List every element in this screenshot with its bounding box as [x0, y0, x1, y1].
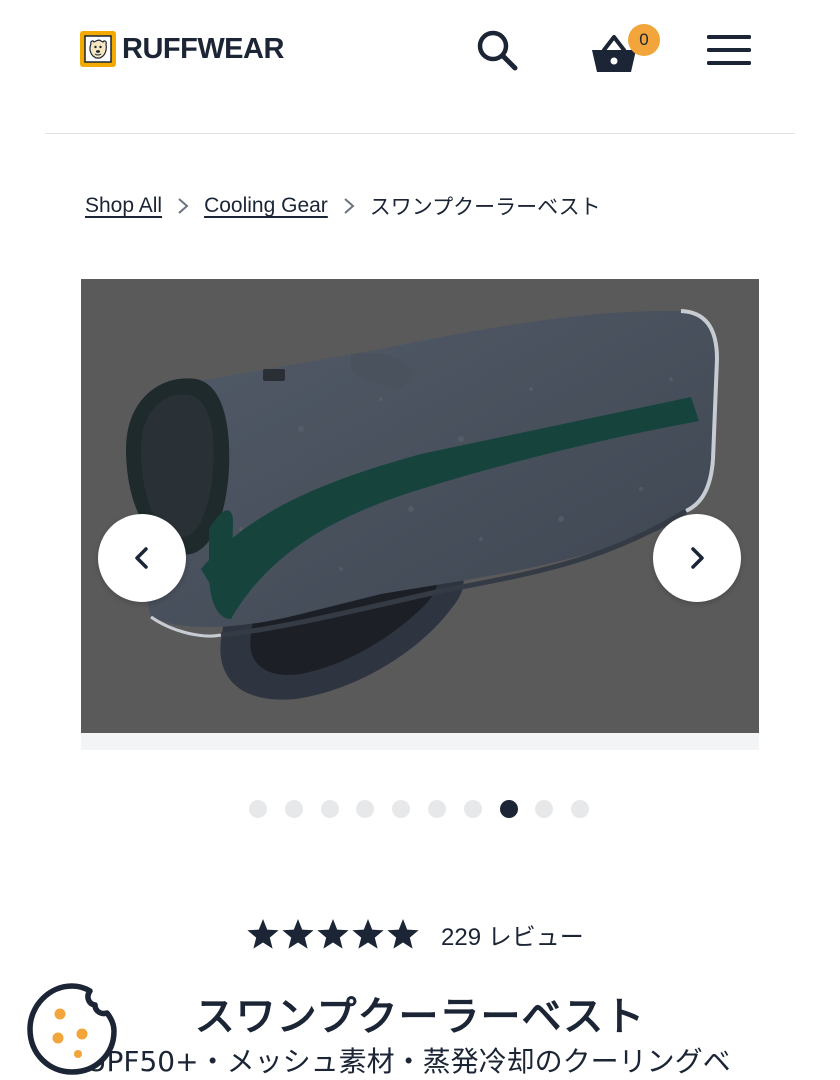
pagination-dot[interactable]: [320, 800, 339, 818]
product-page: RUFFWEAR 0 Shop All Cooling Gear スワンプクーラ…: [0, 0, 840, 1080]
search-icon: [477, 30, 518, 71]
breadcrumb-chevron-icon: [162, 197, 204, 215]
gallery-bottom-strip: [81, 733, 759, 750]
site-header: RUFFWEAR 0: [0, 0, 840, 134]
cookie-icon: [27, 983, 117, 1075]
star-icon: [387, 919, 419, 949]
product-rating: 229 レビュー: [246, 912, 584, 956]
vest-product-image: [126, 309, 720, 700]
brand-logo[interactable]: RUFFWEAR: [80, 30, 284, 68]
hamburger-menu-icon: [707, 35, 751, 65]
breadcrumb-cooling-gear[interactable]: Cooling Gear: [204, 194, 328, 218]
cart-button[interactable]: 0: [586, 22, 662, 78]
pagination-dot[interactable]: [463, 800, 482, 818]
pagination-dot[interactable]: [249, 800, 267, 818]
chevron-left-icon: [135, 547, 148, 569]
pagination-dot[interactable]: [571, 800, 590, 818]
gallery-pagination: [0, 800, 840, 820]
breadcrumb-chevron-icon: [328, 197, 370, 215]
review-count-link[interactable]: 229 レビュー: [441, 917, 584, 952]
search-button[interactable]: [470, 24, 524, 76]
pagination-dot[interactable]: [535, 800, 554, 818]
breadcrumb-current: スワンプクーラーベスト: [369, 196, 601, 219]
star-icon: [282, 919, 314, 949]
cart-count-badge: 0: [628, 24, 660, 56]
dog-logo-icon: [80, 31, 116, 67]
star-rating[interactable]: [246, 917, 421, 951]
star-icon: [352, 919, 384, 949]
breadcrumb: Shop All Cooling Gear スワンプクーラーベスト: [85, 190, 601, 222]
brand-name: RUFFWEAR: [122, 32, 284, 65]
cookie-settings-button[interactable]: [22, 978, 122, 1078]
pagination-dot[interactable]: [284, 800, 303, 818]
star-icon: [317, 919, 349, 949]
gallery-prev-button[interactable]: [98, 514, 186, 602]
pagination-dot-active[interactable]: [499, 800, 518, 818]
header-divider: [45, 133, 795, 134]
breadcrumb-shop-all[interactable]: Shop All: [85, 194, 162, 218]
pagination-dot[interactable]: [428, 800, 446, 818]
product-image-gallery[interactable]: [81, 279, 759, 733]
pagination-dot[interactable]: [356, 800, 375, 818]
chevron-right-icon: [691, 547, 704, 569]
product-subtitle: UPF50+・メッシュ素材・蒸発冷却のクーリングベ: [86, 1045, 731, 1078]
menu-button[interactable]: [700, 28, 758, 72]
star-icon: [247, 919, 279, 949]
pagination-dot[interactable]: [392, 800, 411, 818]
product-title: スワンプクーラーベスト: [194, 994, 646, 1040]
gallery-next-button[interactable]: [653, 514, 741, 602]
